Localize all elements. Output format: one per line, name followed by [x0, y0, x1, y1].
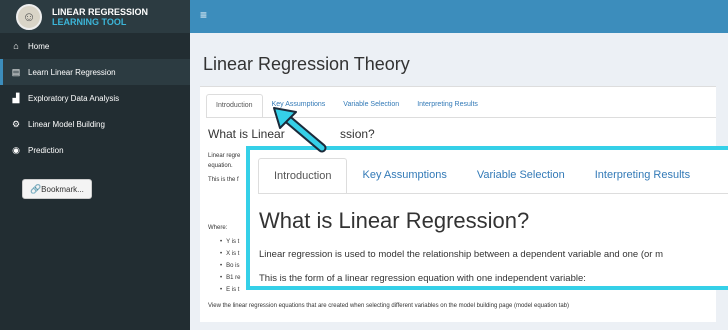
zoom-intro-line: Linear regression is used to model the r…: [259, 249, 664, 260]
intro-text-2: equation.: [208, 163, 233, 169]
sidebar-item-label: Home: [28, 41, 50, 51]
bookmark-button[interactable]: 🔗 Bookmark...: [22, 179, 92, 199]
model-equation-note: View the linear regression equations tha…: [208, 303, 570, 309]
brand: ☺ LINEAR REGRESSION LEARNING TOOL: [0, 0, 190, 33]
tab-bar: Introduction Key Assumptions Variable Se…: [206, 94, 487, 118]
brand-title: LINEAR REGRESSION LEARNING TOOL: [52, 7, 148, 27]
sidebar: ⌂ Home ▤ Learn Linear Regression ▟ Explo…: [0, 33, 190, 330]
monk-avatar-icon: ☺: [16, 3, 42, 30]
sidebar-item-label: Learn Linear Regression: [28, 67, 116, 77]
link-icon: 🔗: [30, 183, 42, 194]
where-label: Where:: [208, 225, 228, 231]
home-icon: ⌂: [13, 41, 19, 51]
zoom-heading: What is Linear Regression?: [259, 208, 530, 233]
bullet-item: X is t: [220, 251, 239, 257]
bar-chart-icon: ▟: [12, 92, 20, 103]
tab-introduction[interactable]: Introduction: [206, 94, 263, 118]
bullet-item: E is t: [220, 287, 239, 293]
sidebar-toggle-icon[interactable]: ≡: [200, 9, 207, 21]
tab-interpreting-results[interactable]: Interpreting Results: [408, 94, 487, 118]
sidebar-item-label: Prediction: [28, 145, 64, 155]
section-heading-right: ssion?: [340, 127, 375, 141]
sidebar-item-exploratory-data-analysis[interactable]: ▟ Exploratory Data Analysis: [0, 85, 190, 111]
gears-icon: ⚙: [11, 118, 21, 129]
zoom-tab-divider: [258, 193, 728, 194]
page-title: Linear Regression Theory: [203, 54, 410, 74]
zoom-tab-interpreting-results[interactable]: Interpreting Results: [580, 158, 705, 194]
zoom-tab-variable-selection[interactable]: Variable Selection: [462, 158, 580, 194]
brand-title-line2: LEARNING TOOL: [52, 16, 127, 27]
top-navbar: ≡: [190, 0, 728, 33]
bullet-item: B1 re: [220, 275, 240, 281]
zoom-tab-bar: Introduction Key Assumptions Variable Se…: [258, 158, 705, 194]
zoom-tab-key-assumptions[interactable]: Key Assumptions: [347, 158, 461, 194]
dashboard-icon: ◉: [12, 144, 20, 155]
zoom-equation-line: This is the form of a linear regression …: [259, 273, 586, 284]
book-icon: ▤: [11, 66, 21, 77]
sidebar-item-label: Linear Model Building: [28, 119, 105, 129]
sidebar-item-linear-model-building[interactable]: ⚙ Linear Model Building: [0, 111, 190, 137]
zoom-callout: Introduction Key Assumptions Variable Se…: [246, 146, 728, 290]
sidebar-item-learn-linear-regression[interactable]: ▤ Learn Linear Regression: [0, 59, 190, 85]
sidebar-item-label: Exploratory Data Analysis: [28, 93, 120, 103]
bullet-item: Y is t: [220, 239, 239, 245]
intro-text-1: Linear regre: [208, 153, 241, 159]
bookmark-label: Bookmark...: [41, 184, 84, 194]
zoom-tab-introduction[interactable]: Introduction: [258, 158, 348, 194]
tab-variable-selection[interactable]: Variable Selection: [334, 94, 408, 118]
sidebar-item-prediction[interactable]: ◉ Prediction: [0, 137, 190, 163]
intro-text-3: This is the f: [208, 177, 239, 183]
brand-title-line1: LINEAR REGRESSION: [52, 6, 149, 17]
bullet-item: Bo is: [220, 263, 239, 269]
sidebar-item-home[interactable]: ⌂ Home: [0, 33, 190, 59]
pointer-arrow-icon: [273, 107, 327, 153]
